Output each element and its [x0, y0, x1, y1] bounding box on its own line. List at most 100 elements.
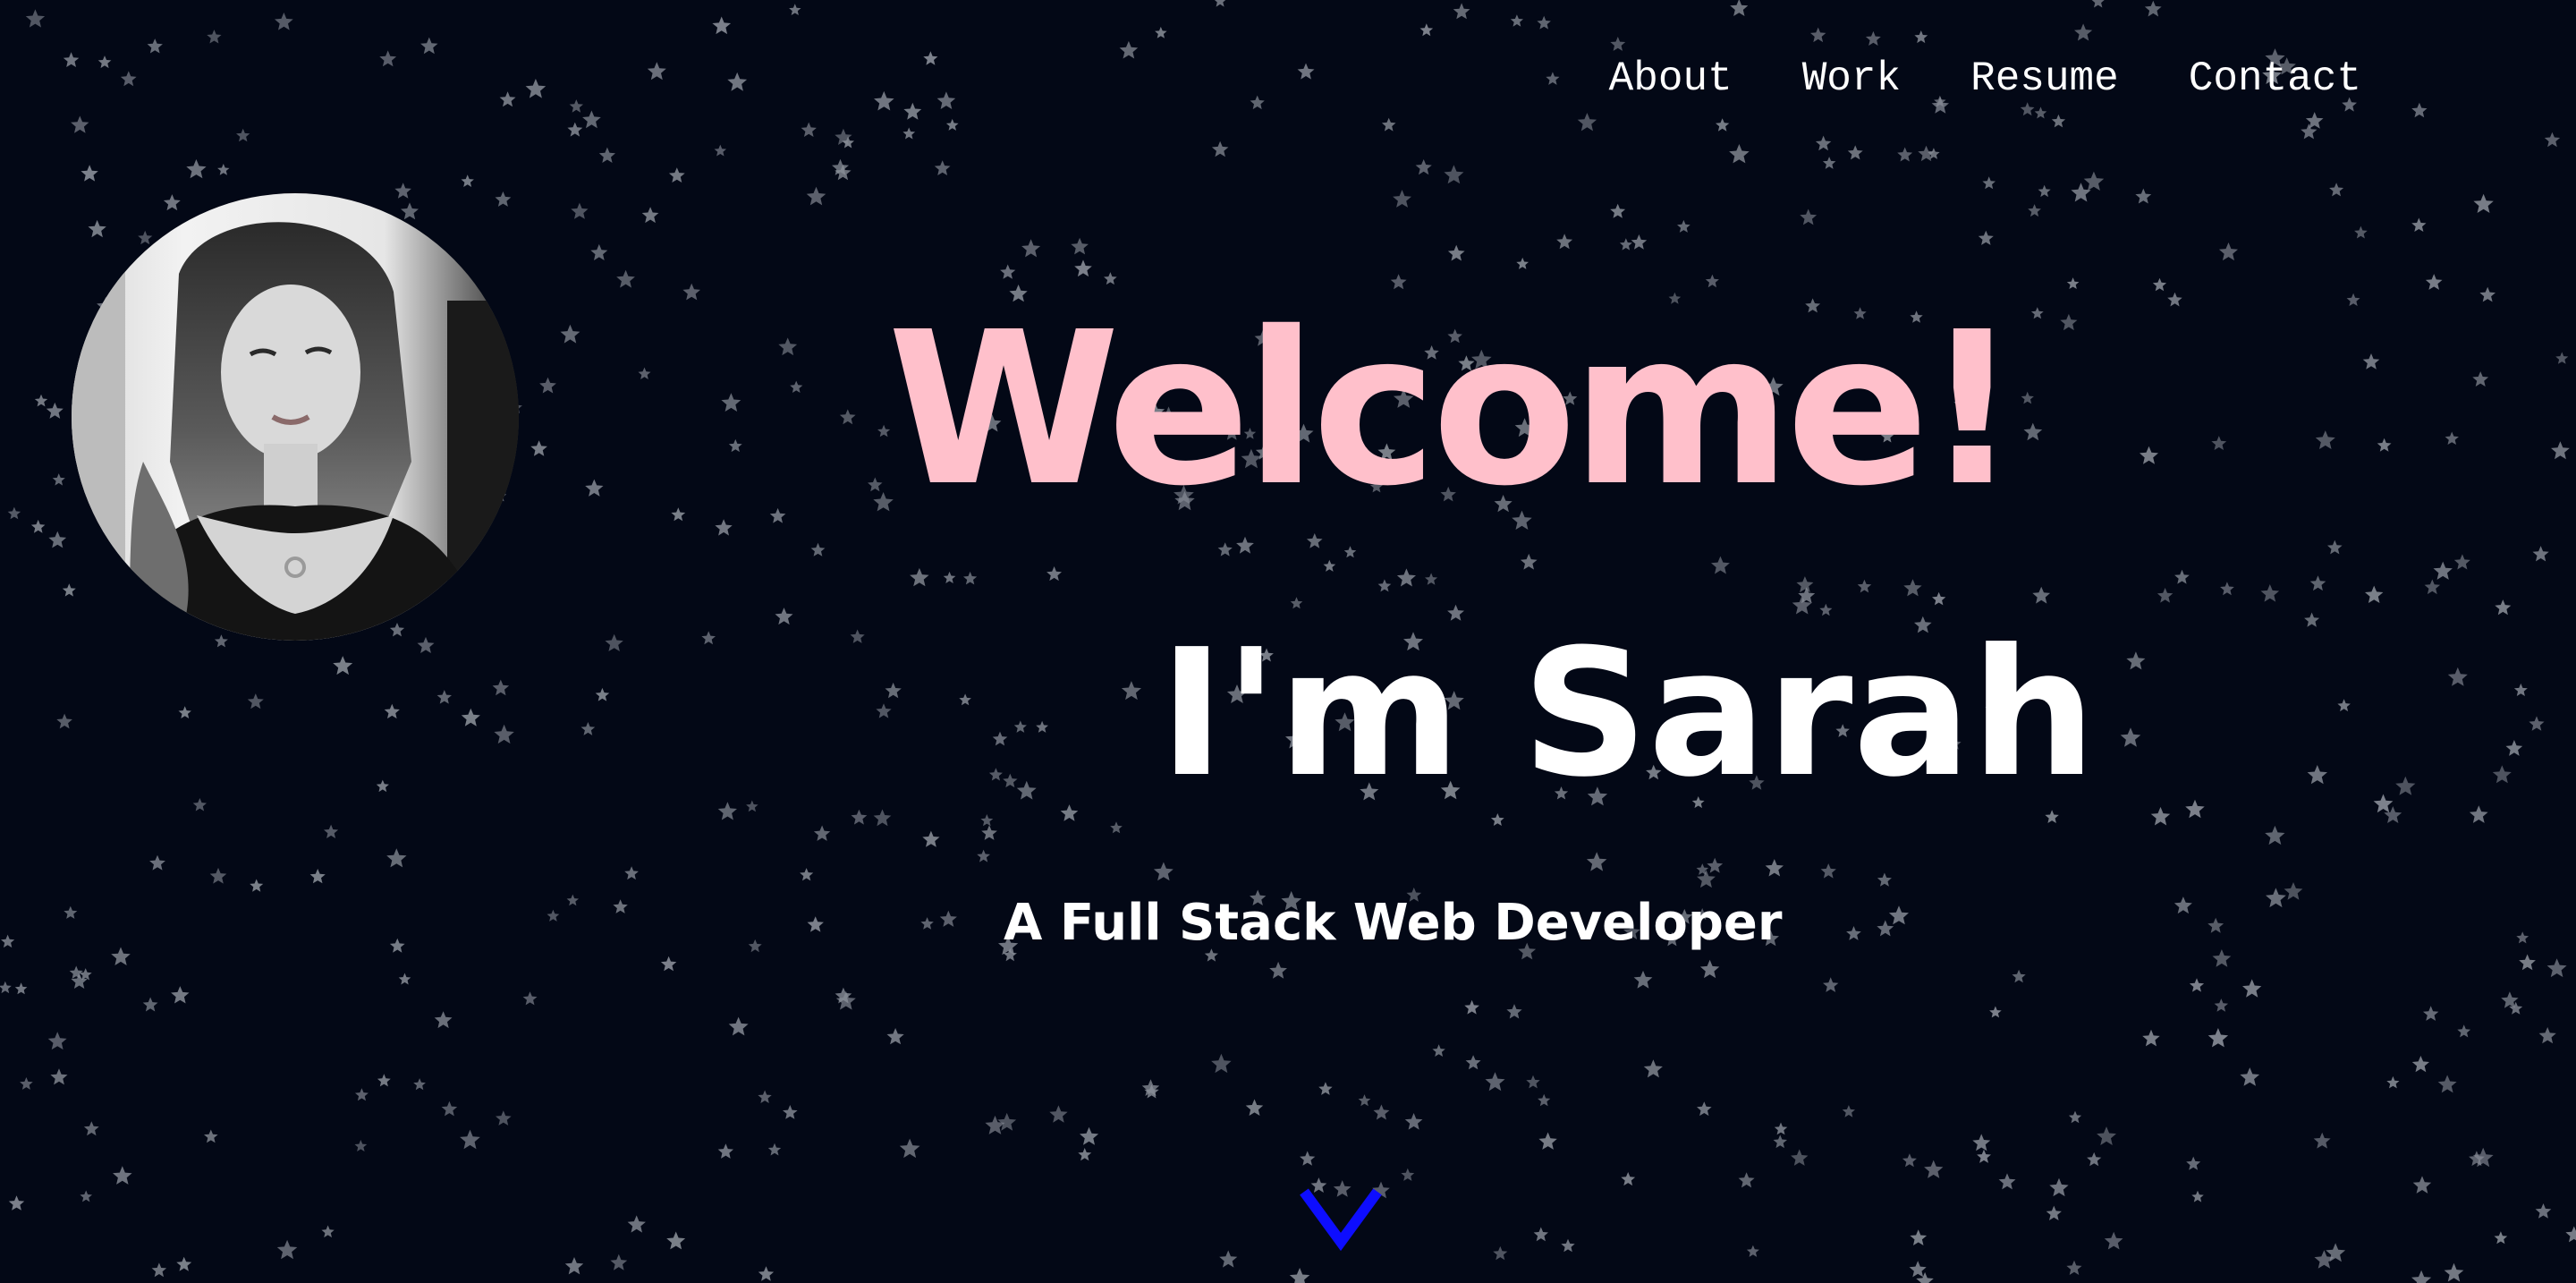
star-icon	[389, 938, 405, 953]
star-icon	[499, 91, 516, 107]
star-icon	[1526, 1075, 1540, 1089]
star-icon	[354, 1140, 368, 1151]
star-icon	[923, 51, 938, 65]
star-icon	[1071, 237, 1089, 255]
nav-link-contact[interactable]: Contact	[2189, 52, 2361, 106]
star-icon	[461, 708, 480, 726]
star-icon	[276, 1239, 298, 1260]
star-icon	[813, 825, 831, 841]
star-icon	[1343, 546, 1357, 558]
star-icon	[1537, 15, 1551, 30]
star-icon	[2186, 1156, 2201, 1170]
profile-avatar	[72, 193, 519, 641]
star-icon	[758, 1266, 775, 1281]
star-icon	[2313, 1132, 2331, 1149]
star-icon	[1153, 862, 1174, 881]
star-icon	[1619, 238, 1632, 251]
star-icon	[728, 1016, 749, 1036]
star-icon	[2555, 352, 2569, 364]
star-icon	[1989, 1006, 2002, 1018]
star-icon	[46, 402, 64, 419]
star-icon	[997, 1112, 1017, 1131]
star-icon	[899, 1138, 920, 1159]
star-icon	[2074, 23, 2093, 41]
star-icon	[668, 167, 685, 183]
star-icon	[721, 393, 741, 412]
star-icon	[886, 1028, 904, 1045]
star-icon	[52, 473, 65, 486]
star-icon	[1049, 1105, 1068, 1123]
star-icon	[97, 55, 112, 69]
star-icon	[717, 802, 737, 820]
star-icon	[1865, 30, 1881, 46]
star-icon	[1820, 863, 1836, 879]
nav-link-resume[interactable]: Resume	[1970, 52, 2119, 106]
star-icon	[1046, 566, 1062, 582]
star-icon	[2546, 958, 2567, 978]
nav-link-work[interactable]: Work	[1802, 52, 1901, 106]
star-icon	[810, 542, 826, 557]
star-icon	[2373, 794, 2394, 813]
star-icon	[149, 854, 165, 871]
star-icon	[945, 118, 959, 131]
star-icon	[727, 72, 748, 91]
star-icon	[2386, 1075, 2400, 1089]
star-icon	[1425, 573, 1438, 585]
star-icon	[624, 866, 639, 880]
nav-link-about[interactable]: About	[1609, 52, 1733, 106]
star-icon	[34, 394, 48, 407]
star-icon	[769, 507, 786, 523]
star-icon	[1236, 536, 1254, 554]
star-icon	[1415, 159, 1432, 175]
star-icon	[2152, 277, 2167, 292]
star-icon	[564, 1257, 584, 1275]
star-icon	[598, 147, 615, 163]
star-icon	[2473, 193, 2494, 213]
star-icon	[217, 164, 230, 175]
star-icon	[2174, 896, 2192, 914]
star-icon	[2444, 1262, 2464, 1282]
tagline: A Full Stack Web Developer	[1004, 894, 1783, 952]
star-icon	[1610, 203, 1626, 218]
star-icon	[2104, 1231, 2123, 1250]
star-icon	[2207, 1028, 2229, 1048]
star-icon	[571, 202, 589, 219]
star-icon	[2447, 667, 2468, 686]
star-icon	[580, 722, 596, 735]
star-icon	[2284, 882, 2303, 900]
star-icon	[876, 703, 892, 718]
star-icon	[851, 809, 868, 825]
star-icon	[2021, 391, 2034, 404]
star-icon	[441, 1100, 458, 1117]
star-icon	[2365, 585, 2384, 603]
star-icon	[1729, 144, 1750, 164]
star-icon	[1707, 857, 1724, 873]
star-icon	[1800, 208, 1818, 225]
star-icon	[1219, 1250, 1238, 1268]
star-icon	[980, 814, 994, 827]
star-icon	[2068, 1110, 2082, 1124]
star-icon	[1697, 1101, 1712, 1117]
star-icon	[959, 693, 971, 706]
star-icon	[80, 1190, 92, 1202]
star-icon	[1373, 1104, 1390, 1120]
star-icon	[569, 99, 583, 113]
star-icon	[1155, 26, 1167, 38]
star-icon	[2346, 293, 2360, 306]
star-icon	[2544, 132, 2561, 148]
star-icon	[701, 631, 716, 645]
scroll-down-button[interactable]	[1299, 1186, 1383, 1251]
star-icon	[939, 910, 957, 927]
star-icon	[1520, 553, 1538, 570]
star-icon	[992, 731, 1008, 746]
star-icon	[1765, 859, 1784, 877]
star-icon	[1485, 1072, 1505, 1092]
star-icon	[2038, 184, 2051, 198]
star-icon	[1909, 1261, 1927, 1278]
star-icon	[1036, 720, 1048, 733]
star-icon	[641, 207, 659, 224]
star-icon	[715, 519, 733, 536]
star-icon	[1730, 0, 1749, 16]
star-icon	[1432, 1044, 1445, 1057]
star-icon	[910, 567, 929, 587]
